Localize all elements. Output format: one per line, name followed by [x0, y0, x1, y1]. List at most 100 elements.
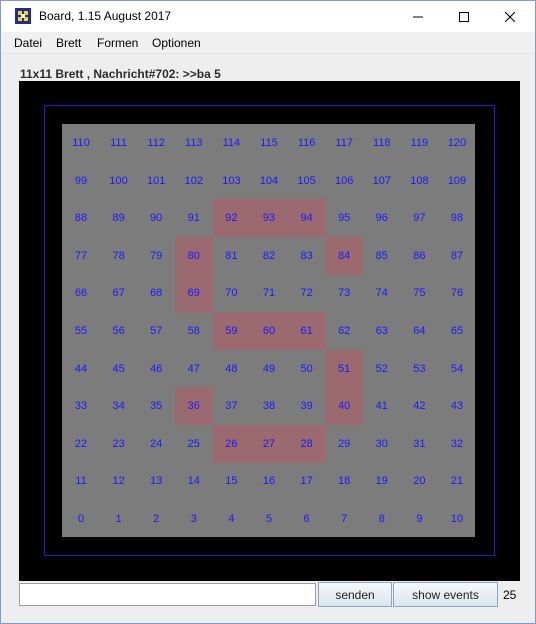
close-icon	[505, 11, 515, 22]
send-button[interactable]: senden	[318, 582, 392, 607]
cell-label-94: 94	[300, 212, 313, 225]
cell-label-8: 8	[378, 513, 385, 525]
cell-label-96: 96	[375, 212, 388, 225]
cell-label-3: 3	[190, 513, 197, 525]
cell-label-19: 19	[375, 475, 388, 488]
cell-label-71: 71	[262, 287, 276, 300]
cell-label-75: 75	[413, 287, 426, 300]
cell-label-88: 88	[74, 212, 88, 225]
cell-label-34: 34	[112, 400, 125, 413]
cell-label-36: 36	[187, 400, 200, 413]
cell-label-67: 67	[112, 287, 125, 300]
cell-label-35: 35	[150, 400, 163, 413]
cell-label-115: 115	[260, 137, 278, 149]
message-input[interactable]	[19, 583, 316, 606]
cell-label-80: 80	[187, 249, 200, 262]
cell-label-120: 120	[447, 137, 467, 149]
cell-label-40: 40	[338, 400, 351, 413]
cell-label-59: 59	[225, 325, 238, 337]
cell-label-104: 104	[259, 174, 279, 187]
cell-label-17: 17	[300, 475, 313, 488]
cell-label-87: 87	[450, 249, 464, 262]
maximize-button[interactable]	[441, 1, 487, 32]
cell-label-32: 32	[450, 437, 464, 450]
maximize-icon	[459, 11, 469, 22]
cell-label-53: 53	[413, 362, 426, 375]
cell-label-93: 93	[262, 212, 276, 225]
cell-label-44: 44	[74, 362, 88, 375]
cell-label-97: 97	[413, 212, 426, 225]
cell-label-56: 56	[112, 325, 125, 337]
cell-label-116: 116	[297, 137, 316, 149]
cell-label-95: 95	[338, 212, 351, 225]
cell-label-48: 48	[225, 362, 238, 375]
cell-label-84: 84	[338, 249, 351, 262]
cell-label-118: 118	[373, 137, 391, 149]
cell-label-82: 82	[262, 249, 276, 262]
cell-label-16: 16	[262, 475, 276, 488]
cell-label-85: 85	[375, 249, 388, 262]
cell-label-28: 28	[300, 437, 313, 450]
cell-label-89: 89	[112, 212, 125, 225]
cell-label-27: 27	[262, 437, 276, 450]
board-grid[interactable]: 110 111 112 113 114 115 116 117 118 119 120 99 100 10…	[62, 124, 475, 537]
cell-label-2: 2	[153, 513, 160, 525]
cell-label-119: 119	[410, 137, 429, 149]
menu-optionen[interactable]: Optionen	[152, 36, 201, 50]
cell-label-0: 0	[77, 513, 85, 525]
show-events-button[interactable]: show events	[393, 582, 498, 607]
cell-label-5: 5	[265, 513, 273, 525]
cell-label-114: 114	[222, 137, 241, 149]
cell-label-46: 46	[150, 362, 163, 375]
cell-label-73: 73	[338, 287, 351, 300]
cell-label-4: 4	[228, 513, 235, 525]
cell-label-12: 12	[112, 475, 125, 488]
menu-formen[interactable]: Formen	[97, 36, 138, 50]
cell-label-29: 29	[338, 437, 351, 450]
cell-label-60: 60	[262, 325, 276, 337]
cell-label-39: 39	[300, 400, 313, 413]
cell-label-83: 83	[300, 249, 313, 262]
event-counter: 25	[503, 588, 517, 602]
cell-label-62: 62	[338, 325, 351, 337]
title-bar[interactable]: Board, 1.15 August 2017	[1, 1, 535, 32]
app-window: Board, 1.15 August 2017 Datei Brett Form…	[0, 0, 536, 624]
menu-bar: Datei Brett Formen Optionen	[1, 32, 535, 54]
cell-label-68: 68	[150, 287, 163, 300]
cell-label-13: 13	[150, 475, 163, 488]
cell-label-43: 43	[450, 400, 464, 413]
cell-label-14: 14	[187, 475, 200, 488]
cell-label-106: 106	[335, 174, 354, 187]
cell-label-41: 41	[375, 400, 388, 413]
cell-label-42: 42	[413, 400, 426, 413]
cell-label-109: 109	[447, 174, 467, 187]
cell-label-55: 55	[74, 325, 88, 337]
cell-label-9: 9	[416, 513, 423, 525]
cell-label-74: 74	[375, 287, 388, 300]
cell-label-117: 117	[335, 137, 353, 149]
close-button[interactable]	[487, 1, 533, 32]
menu-datei[interactable]: Datei	[14, 36, 42, 50]
cell-label-101: 101	[147, 174, 166, 187]
cell-label-81: 81	[225, 249, 238, 262]
cell-label-72: 72	[300, 287, 313, 300]
cell-label-31: 31	[413, 437, 426, 450]
cell-label-99: 99	[74, 174, 88, 187]
cell-label-92: 92	[225, 212, 238, 225]
cell-label-15: 15	[225, 475, 238, 488]
cell-label-86: 86	[413, 249, 426, 262]
cell-label-58: 58	[187, 325, 200, 337]
cell-label-108: 108	[410, 174, 429, 187]
minimize-button[interactable]	[395, 1, 441, 32]
cell-label-77: 77	[74, 249, 88, 262]
menu-brett[interactable]: Brett	[56, 36, 81, 50]
window-title: Board, 1.15 August 2017	[39, 9, 172, 23]
cell-label-10: 10	[450, 513, 464, 525]
cell-label-30: 30	[375, 437, 388, 450]
cell-label-33: 33	[74, 400, 88, 413]
cell-label-103: 103	[222, 174, 241, 187]
cell-label-50: 50	[300, 362, 313, 375]
minimize-icon	[413, 16, 423, 17]
cell-label-107: 107	[372, 174, 391, 187]
cell-label-7: 7	[341, 513, 348, 525]
